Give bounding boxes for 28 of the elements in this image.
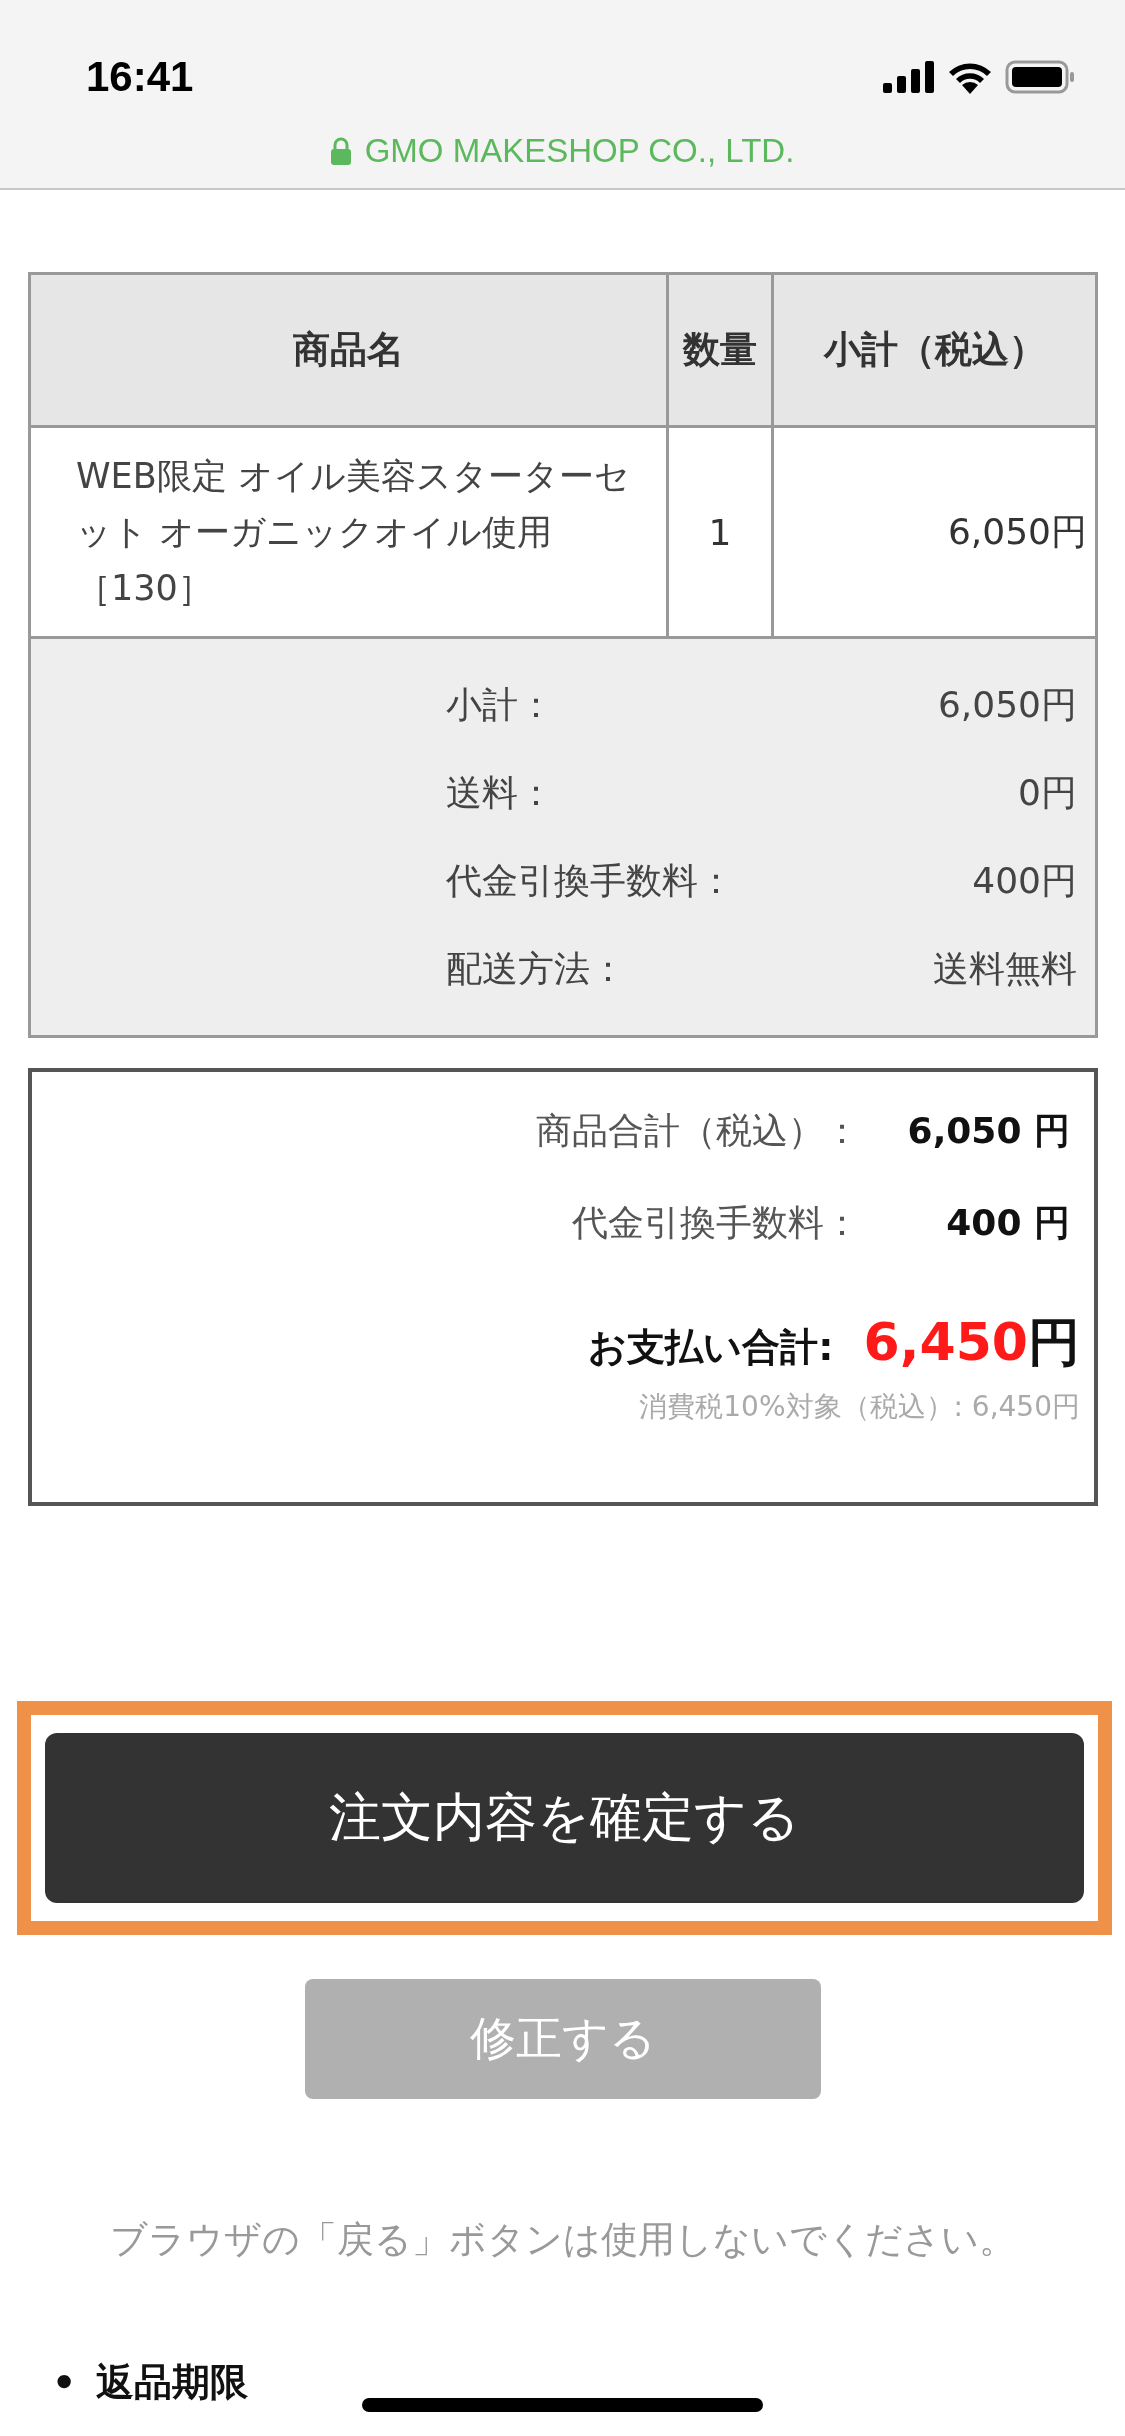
total-label: 商品合計（税込）： [536,1109,860,1153]
grand-total-label: お支払い合計: [588,1324,834,1371]
wifi-icon [947,60,993,94]
summary-value: 6,050円 [936,683,1077,727]
notice-text: ブラウザの「戻る」ボタンは使用しないでください。 [109,2217,1017,2263]
total-label: 代金引換手数料： [571,1201,860,1245]
summary-label: 代金引換手数料： [446,859,735,903]
confirm-button[interactable]: 注文内容を確定する [45,1733,1084,1903]
battery-icon [1005,60,1075,94]
tax-note: 消費税10%対象（税込）: 6,450円 [639,1389,1080,1425]
total-value: 6,050 円 [906,1109,1070,1153]
summary-value: 400円 [971,859,1077,903]
summary-value: 0円 [1017,771,1077,815]
column-header: 小計（税込） [772,273,1097,427]
grand-total-value: 6,450 [863,1312,1028,1372]
summary-label: 配送方法： [446,947,627,991]
status-time: 16:41 [86,53,194,101]
total-value: 400 円 [945,1201,1070,1245]
signal-icon [883,61,935,93]
summary-label: 送料： [446,771,555,815]
summary-value: 送料無料 [933,947,1077,991]
column-header: 数量 [667,273,773,427]
column-header: 商品名 [29,273,668,427]
bullet: • [52,2360,77,2405]
section-heading: 返品期限 [96,2359,249,2406]
summary-label: 小計： [446,683,555,727]
currency-unit: 円 [1028,1311,1080,1374]
site-name: GMO MAKESHOP CO., LTD. [364,132,795,170]
